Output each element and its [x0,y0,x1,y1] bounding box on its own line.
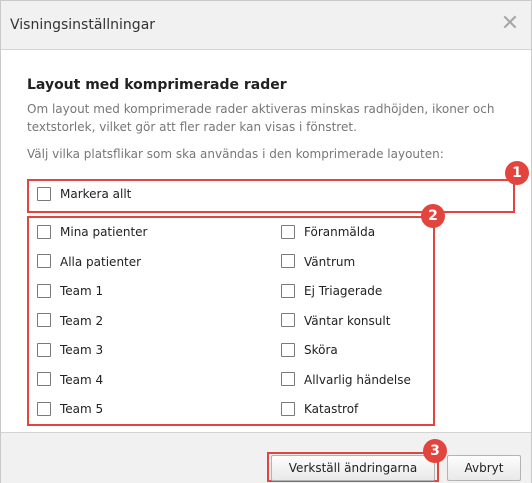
option-checkbox[interactable] [281,254,295,268]
option-checkbox[interactable] [37,313,51,327]
section-heading: Layout med komprimerade rader [27,77,287,93]
option-row[interactable]: Team 5 [37,400,103,418]
option-row[interactable]: Mina patienter [37,223,147,241]
option-label: Team 3 [60,343,104,357]
option-checkbox[interactable] [281,342,295,357]
option-label: Team 5 [60,402,104,416]
option-checkbox[interactable] [37,372,51,386]
option-row[interactable]: Ej Triagerade [281,282,382,300]
option-label: Ej Triagerade [304,284,383,298]
option-checkbox[interactable] [281,224,295,239]
section-prompt: Välj vilka platsflikar som ska användas … [27,147,444,161]
option-row[interactable]: Alla patienter [37,253,141,271]
option-row[interactable]: Väntar konsult [281,312,390,330]
option-label: Allvarlig händelse [304,372,411,387]
section-description: Om layout med komprimerade rader aktiver… [27,102,495,134]
dialog-titlebar: Visningsinställningar ✕ [1,1,531,50]
option-row[interactable]: Katastrof [281,400,358,418]
option-row[interactable]: Team 2 [37,312,103,330]
option-label: Väntrum [304,254,356,269]
option-label: Alla patienter [60,254,142,269]
annotation-badge-1: 1 [505,161,529,185]
option-row[interactable]: Väntrum [281,253,355,271]
option-row[interactable]: Sköra [281,341,338,359]
option-checkbox[interactable] [37,283,51,298]
annotation-badge-2: 2 [421,204,445,228]
option-checkbox[interactable] [37,254,51,268]
option-checkbox[interactable] [281,283,295,298]
annotation-badge-3: 3 [423,439,447,463]
option-checkbox[interactable] [281,401,295,416]
option-label: Katastrof [304,402,359,416]
option-row[interactable]: Föranmälda [281,223,375,241]
option-label: Team 4 [60,372,104,387]
option-row[interactable]: Allvarlig händelse [281,371,411,389]
option-checkbox[interactable] [37,224,51,239]
option-label: Väntar konsult [304,313,391,328]
close-icon[interactable]: ✕ [499,13,521,35]
option-checkbox[interactable] [37,342,51,357]
settings-dialog: Visningsinställningar ✕ Layout med kompr… [0,0,532,483]
option-label: Team 2 [60,313,104,328]
cancel-button[interactable]: Avbryt [447,455,521,481]
dialog-footer: Verkställ ändringarna Avbryt 3 [1,432,531,483]
select-all-label: Markera allt [60,187,132,201]
option-label: Sköra [304,343,338,357]
option-checkbox[interactable] [281,313,295,327]
option-checkbox[interactable] [37,401,51,416]
option-row[interactable]: Team 1 [37,282,103,300]
option-row[interactable]: Team 3 [37,341,103,359]
select-all-checkbox-row[interactable]: Markera allt [37,185,131,203]
option-label: Mina patienter [60,225,148,239]
select-all-checkbox[interactable] [37,186,51,201]
option-label: Föranmälda [304,225,376,239]
option-row[interactable]: Team 4 [37,371,103,389]
apply-changes-button[interactable]: Verkställ ändringarna [271,455,435,481]
option-checkbox[interactable] [281,372,295,386]
option-label: Team 1 [60,284,104,298]
dialog-title: Visningsinställningar [10,17,156,33]
